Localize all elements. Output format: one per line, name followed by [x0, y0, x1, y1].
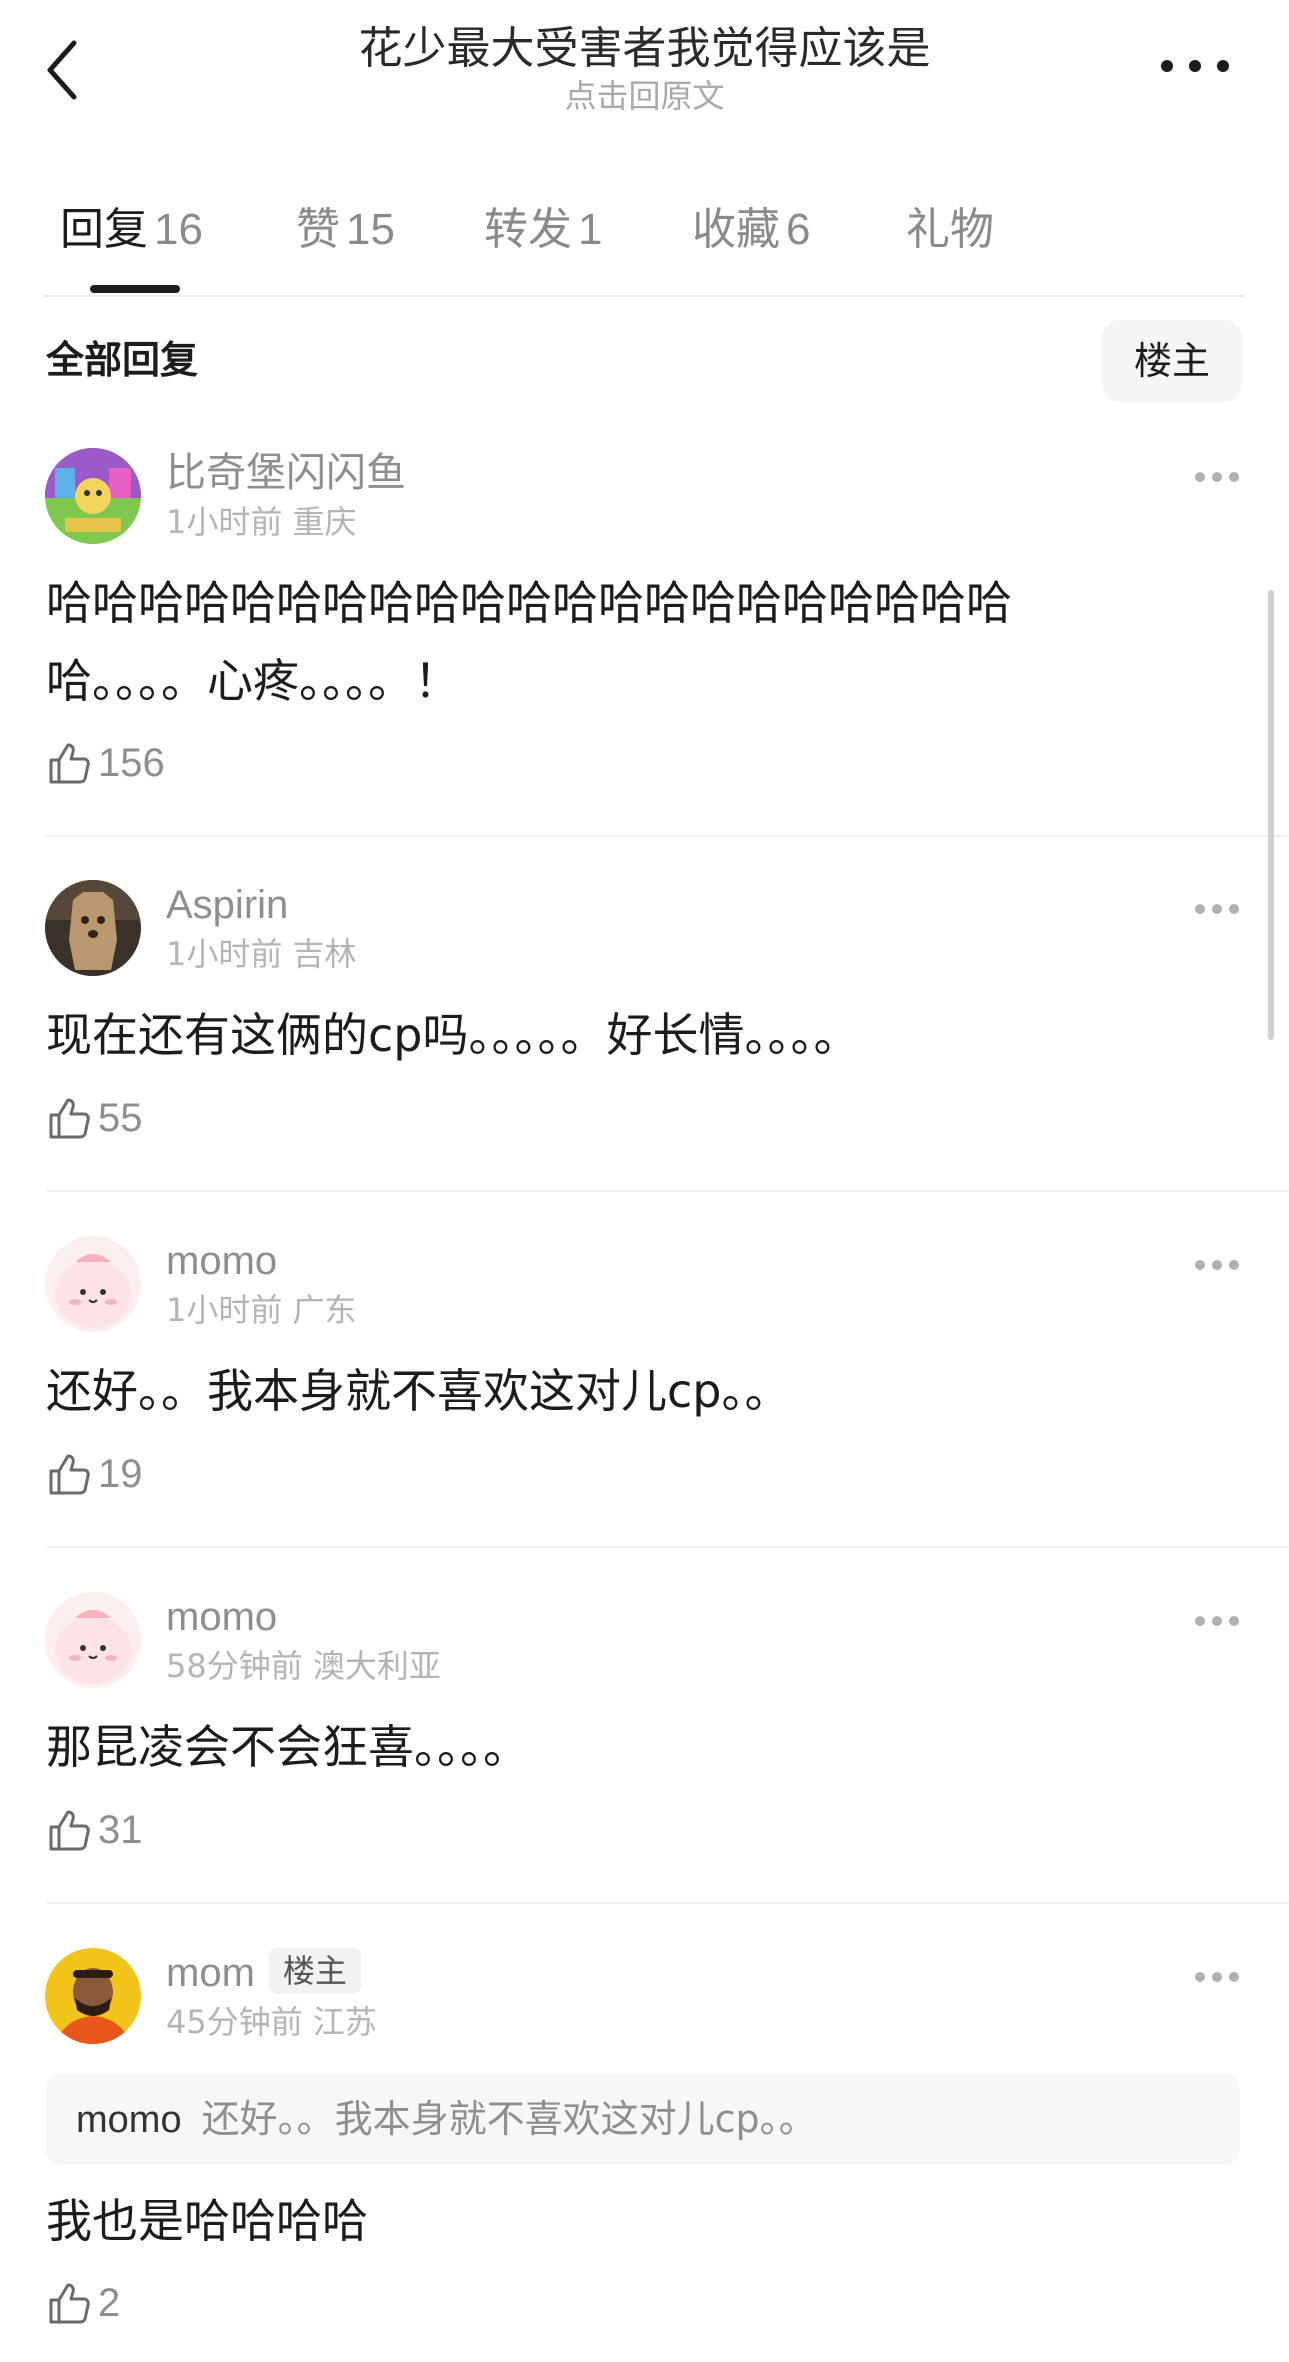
comment-text-line: 现在还有这俩的cp吗。。。。。好长情。。。。 — [46, 1008, 860, 1062]
more-horizontal-icon — [1195, 904, 1239, 914]
more-options-button[interactable] — [1160, 58, 1230, 72]
username-text: mom — [166, 1951, 255, 1995]
tab-label: 礼物 — [906, 204, 994, 255]
comment-text-line: 哈。。。。心疼。。。。！ — [46, 654, 460, 708]
comment-text: 还好。。我本身就不喜欢这对儿cp。。 — [46, 1352, 1126, 1430]
comment-more-button[interactable] — [1194, 1256, 1240, 1270]
comment-text: 那昆凌会不会狂喜。。。。 — [46, 1708, 1126, 1786]
tab-active-indicator — [90, 285, 180, 293]
comment-meta: 1小时前 吉林 — [166, 935, 357, 973]
like-button[interactable]: 2 — [46, 2280, 120, 2326]
like-count: 156 — [98, 740, 165, 785]
tab-count: 1 — [578, 205, 603, 254]
like-button[interactable]: 156 — [46, 740, 165, 786]
thumbs-up-icon — [49, 743, 90, 784]
comment-meta: 1小时前 重庆 — [166, 503, 357, 541]
comment-text-line: 哈哈哈哈哈哈哈哈哈哈哈哈哈哈哈哈哈哈哈哈哈 — [46, 576, 1012, 630]
tab-label: 收藏 — [692, 204, 780, 255]
comment-more-button[interactable] — [1194, 900, 1240, 914]
comment-more-button[interactable] — [1194, 468, 1240, 482]
username[interactable]: 比奇堡闪闪鱼 — [166, 448, 406, 498]
username[interactable]: momo — [166, 1236, 277, 1286]
tab-label: 回复 — [60, 204, 148, 255]
more-horizontal-icon — [1195, 1260, 1239, 1270]
more-horizontal-icon — [1195, 1972, 1239, 1982]
comment-meta: 1小时前 广东 — [166, 1291, 357, 1329]
username[interactable]: momo — [166, 1592, 277, 1642]
avatar[interactable] — [45, 1948, 141, 2044]
comment-meta: 58分钟前 澳大利亚 — [166, 1647, 441, 1685]
username[interactable]: mom 楼主 — [166, 1948, 361, 1998]
comment-divider — [46, 1546, 1289, 1548]
comment-text: 哈哈哈哈哈哈哈哈哈哈哈哈哈哈哈哈哈哈哈哈哈 哈。。。。心疼。。。。！ — [46, 564, 1126, 720]
scrollbar[interactable] — [1268, 590, 1274, 1040]
quoted-text: 还好。。我本身就不喜欢这对儿cp。。 — [201, 2097, 817, 2141]
avatar[interactable] — [45, 1236, 141, 1332]
like-count: 31 — [98, 1807, 143, 1852]
comment-divider — [46, 1190, 1289, 1192]
like-count: 55 — [98, 1095, 143, 1140]
comment-text-line: 我也是哈哈哈哈 — [46, 2194, 368, 2248]
quoted-username: momo — [76, 2099, 182, 2141]
comment-text: 我也是哈哈哈哈 — [46, 2182, 1126, 2260]
tab-reposts[interactable]: 转发 1 — [484, 200, 602, 260]
op-only-filter-button[interactable]: 楼主 — [1102, 320, 1242, 402]
comment-text: 现在还有这俩的cp吗。。。。。好长情。。。。 — [46, 996, 1126, 1074]
like-button[interactable]: 55 — [46, 1095, 143, 1141]
more-horizontal-icon — [1195, 472, 1239, 482]
more-horizontal-icon — [1161, 60, 1229, 72]
page-title: 花少最大受害者我觉得应该是 — [358, 23, 931, 74]
avatar[interactable] — [45, 880, 141, 976]
section-title: 全部回复 — [46, 338, 199, 382]
comment-more-button[interactable] — [1194, 1612, 1240, 1626]
comment-divider — [46, 835, 1289, 837]
avatar[interactable] — [45, 1592, 141, 1688]
thumbs-up-icon — [49, 1454, 90, 1495]
tab-likes[interactable]: 赞 15 — [296, 200, 395, 260]
more-horizontal-icon — [1195, 1616, 1239, 1626]
tab-gifts[interactable]: 礼物 — [906, 200, 994, 260]
like-count: 2 — [98, 2280, 121, 2325]
avatar[interactable] — [45, 448, 141, 544]
tab-label: 赞 — [296, 204, 340, 255]
like-count: 19 — [98, 1451, 143, 1496]
comment-text-line: 那昆凌会不会狂喜。。。。 — [46, 1720, 529, 1774]
tab-label: 转发 — [484, 204, 572, 255]
op-badge: 楼主 — [268, 1948, 361, 1994]
username[interactable]: Aspirin — [166, 880, 288, 930]
tab-favorites[interactable]: 收藏 6 — [692, 200, 810, 260]
quoted-reply[interactable]: momo 还好。。我本身就不喜欢这对儿cp。。 — [46, 2073, 1240, 2165]
comment-divider — [46, 1902, 1289, 1904]
like-button[interactable]: 31 — [46, 1807, 143, 1853]
thumbs-up-icon — [49, 1810, 90, 1851]
comment-more-button[interactable] — [1194, 1968, 1240, 1982]
comment-text-line: 还好。。我本身就不喜欢这对儿cp。。 — [46, 1364, 791, 1418]
tab-count: 15 — [346, 205, 395, 254]
tab-replies[interactable]: 回复 16 — [60, 200, 203, 260]
tabs-divider — [44, 295, 1244, 297]
like-button[interactable]: 19 — [46, 1451, 143, 1497]
view-original-link[interactable]: 点击回原文 — [0, 76, 1289, 116]
tab-count: 16 — [154, 205, 203, 254]
thumbs-up-icon — [49, 2283, 90, 2324]
comment-meta: 45分钟前 江苏 — [166, 2003, 377, 2041]
tab-count: 6 — [786, 205, 811, 254]
thumbs-up-icon — [49, 1098, 90, 1139]
